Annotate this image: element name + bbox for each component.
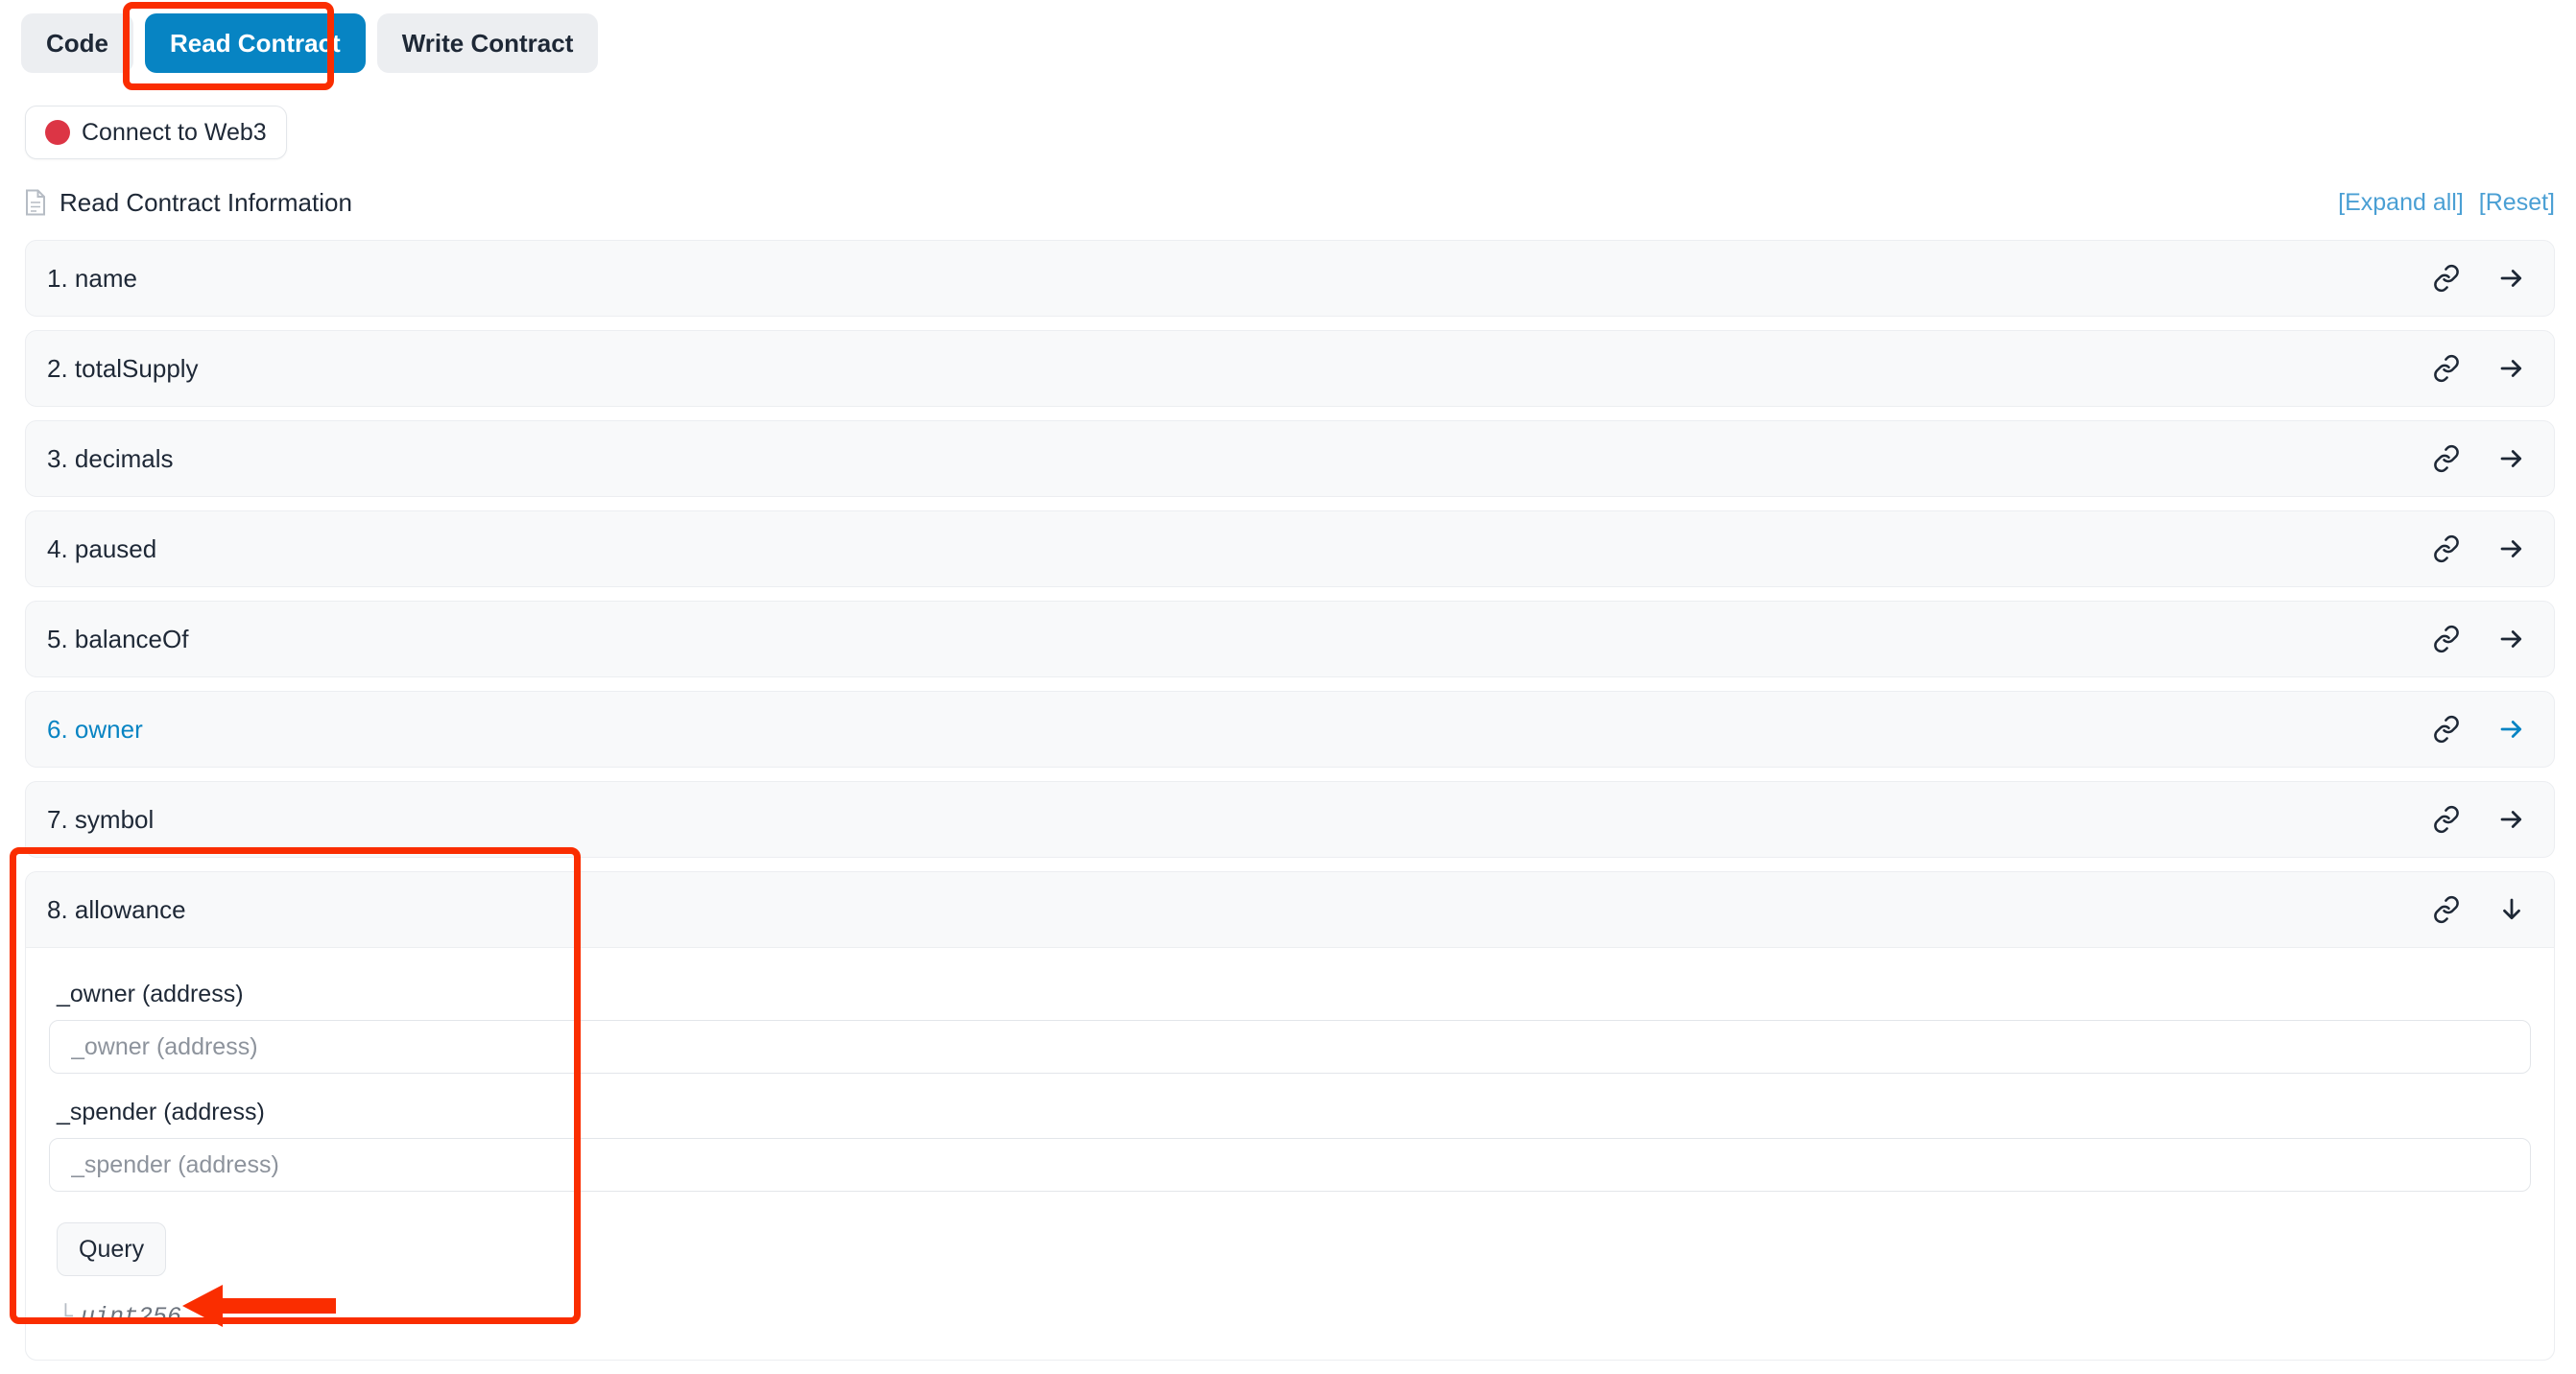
- function-card-allowance: 8. allowance _owner (address) _spender (…: [25, 871, 2555, 1361]
- reset-link[interactable]: [Reset]: [2479, 189, 2555, 217]
- function-row-decimals[interactable]: 3. decimals: [26, 421, 2554, 496]
- section-title-group: Read Contract Information: [25, 188, 352, 218]
- function-card: 1. name: [25, 240, 2555, 317]
- function-card: 6. owner: [25, 691, 2555, 768]
- function-label: 1. name: [47, 263, 137, 293]
- allowance-form: _owner (address) _spender (address) Quer…: [26, 947, 2554, 1360]
- arrow-down-icon[interactable]: [2493, 890, 2531, 929]
- contract-tab-bar: Code Read Contract Write Contract: [21, 13, 599, 73]
- function-label: 5. balanceOf: [47, 624, 189, 653]
- function-row-balance-of[interactable]: 5. balanceOf: [26, 602, 2554, 676]
- document-icon: [25, 189, 46, 216]
- arrow-right-icon[interactable]: [2493, 800, 2531, 839]
- link-icon[interactable]: [2427, 349, 2466, 388]
- arrow-right-icon[interactable]: [2493, 349, 2531, 388]
- function-row-paused[interactable]: 4. paused: [26, 511, 2554, 586]
- function-row-allowance[interactable]: 8. allowance: [26, 872, 2554, 947]
- link-icon[interactable]: [2427, 890, 2466, 929]
- return-type-label: uint256: [81, 1303, 182, 1331]
- function-row-owner[interactable]: 6. owner: [26, 692, 2554, 767]
- arrow-right-icon[interactable]: [2493, 530, 2531, 568]
- page-title: Read Contract Information: [60, 187, 352, 217]
- arrow-right-icon[interactable]: [2493, 710, 2531, 748]
- expand-all-link[interactable]: [Expand all]: [2338, 189, 2464, 217]
- link-icon[interactable]: [2427, 710, 2466, 748]
- link-icon[interactable]: [2427, 620, 2466, 658]
- link-icon[interactable]: [2427, 259, 2466, 297]
- function-label: 2. totalSupply: [47, 353, 199, 383]
- connect-to-web3-label: Connect to Web3: [82, 118, 267, 146]
- owner-field-label: _owner (address): [57, 981, 244, 1007]
- function-card: 4. paused: [25, 510, 2555, 587]
- function-label: 7. symbol: [47, 804, 155, 834]
- function-label: 8. allowance: [47, 894, 186, 924]
- function-label: 4. paused: [47, 533, 157, 563]
- tab-write-contract[interactable]: Write Contract: [376, 13, 599, 73]
- tab-read-contract[interactable]: Read Contract: [145, 13, 366, 73]
- spender-field-label: _spender (address): [57, 1099, 265, 1125]
- arrow-right-icon[interactable]: [2493, 620, 2531, 658]
- read-contract-section-header: Read Contract Information [Expand all] […: [25, 182, 2555, 223]
- function-card: 5. balanceOf: [25, 601, 2555, 677]
- return-type-row: └ uint256: [59, 1303, 2531, 1331]
- function-label: 3. decimals: [47, 443, 174, 473]
- link-icon[interactable]: [2427, 439, 2466, 478]
- web3-status-dot-icon: [45, 120, 70, 145]
- connect-to-web3-button[interactable]: Connect to Web3: [25, 106, 287, 159]
- function-row-total-supply[interactable]: 2. totalSupply: [26, 331, 2554, 406]
- section-actions: [Expand all] [Reset]: [2338, 189, 2555, 217]
- owner-address-input[interactable]: [49, 1020, 2531, 1074]
- arrow-right-icon[interactable]: [2493, 439, 2531, 478]
- link-icon[interactable]: [2427, 800, 2466, 839]
- function-card: 7. symbol: [25, 781, 2555, 858]
- function-row-name[interactable]: 1. name: [26, 241, 2554, 316]
- tree-corner-icon: └: [59, 1303, 74, 1331]
- function-card: 2. totalSupply: [25, 330, 2555, 407]
- tab-code[interactable]: Code: [21, 13, 133, 73]
- query-button[interactable]: Query: [57, 1222, 167, 1276]
- function-label: 6. owner: [47, 714, 143, 744]
- function-row-symbol[interactable]: 7. symbol: [26, 782, 2554, 857]
- link-icon[interactable]: [2427, 530, 2466, 568]
- arrow-right-icon[interactable]: [2493, 259, 2531, 297]
- read-contract-function-list: 1. name 2. totalSupply 3. decimals 4. pa…: [25, 240, 2555, 1374]
- function-card: 3. decimals: [25, 420, 2555, 497]
- spender-address-input[interactable]: [49, 1138, 2531, 1192]
